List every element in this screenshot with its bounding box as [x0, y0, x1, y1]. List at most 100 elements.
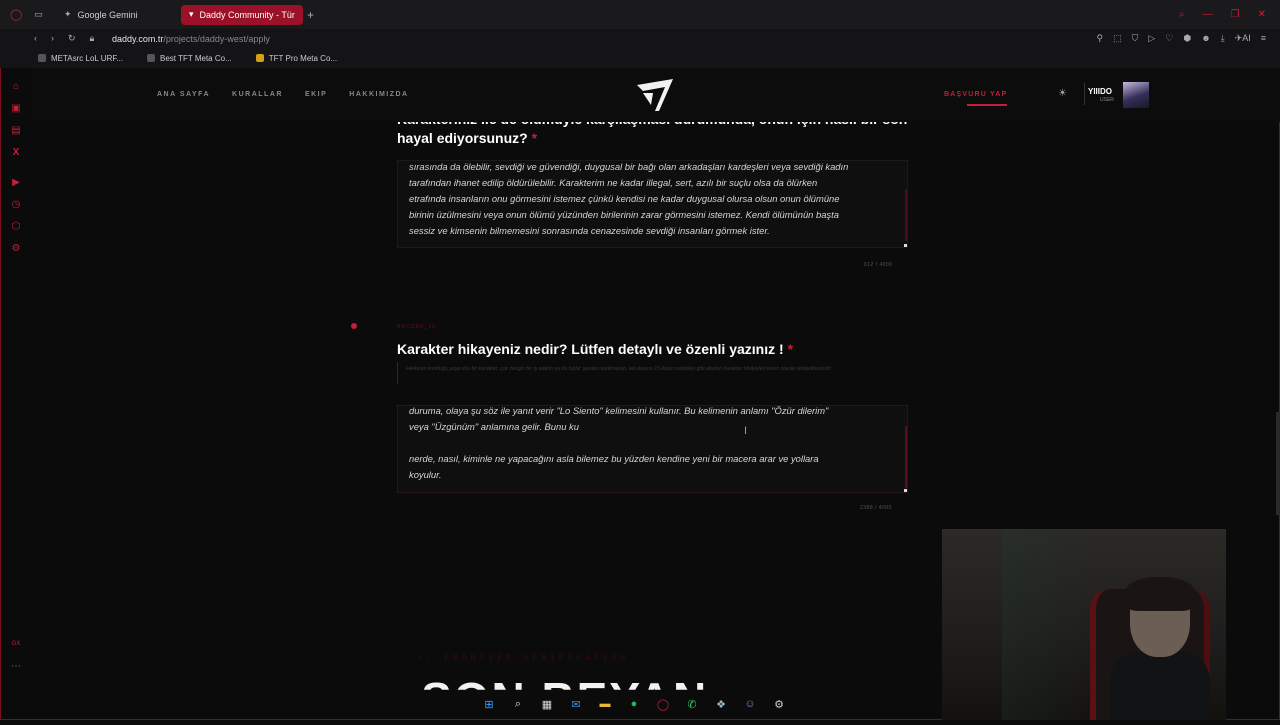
answer-line: tarafından ihanet edilip öldürülebilir. … [409, 175, 896, 191]
bookmark-icon [256, 54, 264, 62]
question-2-answer[interactable]: duruma, olaya şu söz ile yanıt verir "Lo… [397, 405, 908, 493]
bag-icon[interactable]: ⌂ [10, 80, 22, 92]
tab-label: Google Gemini [78, 10, 138, 20]
aria-ai-icon[interactable]: ✈AI [1235, 33, 1251, 44]
new-tab-button[interactable]: + [307, 8, 314, 22]
nav-hakkimizda[interactable]: HAKKIMIZDA [349, 91, 408, 98]
nav-kurallar[interactable]: KURALLAR [232, 91, 283, 98]
lock-icon: 🔒︎ [90, 33, 95, 44]
close-button[interactable]: ✕ [1258, 9, 1266, 20]
reload-button[interactable]: ↻ [68, 33, 76, 44]
x-icon[interactable]: X [10, 146, 22, 158]
site-nav: ANA SAYFA KURALLAR EKIP HAKKIMIZDA [157, 91, 409, 98]
bookmarks-bar: METAsrc LoL URF... Best TFT Meta Co... T… [0, 48, 1280, 68]
menu-icon[interactable]: ≡ [1261, 33, 1266, 44]
active-dot [351, 323, 357, 329]
scroll-indicator [905, 189, 907, 241]
browser-sidebar: ◯ ↻ ⌂ ▣ ▤ X ▶ ◷ ⬡ ⚙ GX ⋯ [0, 0, 32, 720]
site-logo[interactable] [635, 75, 675, 115]
steam-icon[interactable]: ⚙ [770, 695, 788, 713]
windows-start-icon[interactable]: ⊞ [480, 695, 498, 713]
user-name: YIIIDO [1088, 87, 1112, 96]
discord-icon[interactable]: ☺ [741, 695, 759, 713]
heart-icon[interactable]: ♡ [1165, 33, 1173, 44]
webcam-person-body [1110, 651, 1210, 720]
search-icon[interactable]: ⌕ [509, 695, 527, 713]
answer-line: duruma, olaya şu söz ile yanıt verir "Lo… [409, 405, 896, 419]
webcam-light [1002, 529, 1092, 720]
back-button[interactable]: ‹ [34, 33, 37, 44]
tab-label: Daddy Community - Türkiy [200, 10, 295, 20]
snapshot-icon[interactable]: ⬚ [1113, 33, 1122, 44]
text-cursor-icon: I [744, 425, 747, 437]
answer-line: birinin üzülmesini veya onun ölümü yüzün… [409, 207, 896, 223]
answer-line [409, 435, 896, 451]
answer-line: veya "Üzgünüm" anlamına gelir. Bunu ku [409, 419, 896, 435]
bookmark-metasrc[interactable]: METAsrc LoL URF... [38, 54, 123, 63]
settings-icon[interactable]: ⚙ [10, 242, 22, 254]
answer-line: etrafında insanların onu görmesini istem… [409, 191, 896, 207]
answer-line: nerde, nasıl, kiminle ne yapacağını asla… [409, 451, 896, 467]
char-counter: 2388 / 4000 [860, 505, 892, 511]
tab-bar: ◯ ▭ ✦ Google Gemini ▾ Daddy Community - … [0, 0, 1280, 29]
mail-app-icon[interactable]: ✉ [567, 695, 585, 713]
question-2-title: Karakter hikayeniz nedir? Lütfen detaylı… [397, 341, 793, 357]
question-1-answer[interactable]: sırasında da ölebilir, sevdiği ve güvend… [397, 160, 908, 248]
nav-ekip[interactable]: EKIP [305, 91, 327, 98]
file-explorer-icon[interactable]: ▬ [596, 695, 614, 713]
account-icon[interactable]: ☻ [1201, 33, 1210, 44]
apply-link[interactable]: BAŞVURU YAP [944, 91, 1007, 98]
tab-daddy-community[interactable]: ▾ Daddy Community - Türkiy [181, 5, 303, 25]
whatsapp-icon[interactable]: ✆ [683, 695, 701, 713]
messenger-icon[interactable]: ▣ [10, 102, 22, 114]
address-bar: ‹ › ↻ 🔒︎ daddy.com.tr/projects/daddy-wes… [0, 29, 1280, 48]
tab-manager-icon[interactable]: ▭ [34, 9, 43, 20]
play-icon[interactable]: ▷ [1148, 33, 1155, 44]
answer-line: sırasında da ölebilir, sevdiği ve güvend… [409, 160, 896, 175]
cube-icon[interactable]: ⬢ [1183, 33, 1191, 44]
resize-handle[interactable] [904, 489, 907, 492]
more-icon[interactable]: ⋯ [10, 660, 22, 672]
site-header: ANA SAYFA KURALLAR EKIP HAKKIMIZDA BAŞVU… [32, 68, 1280, 122]
url-field[interactable]: daddy.com.tr/projects/daddy-west/apply [112, 34, 270, 44]
avatar[interactable] [1123, 82, 1149, 108]
webcam-overlay [942, 529, 1226, 720]
nav-ana-sayfa[interactable]: ANA SAYFA [157, 91, 210, 98]
maximize-button[interactable]: ❐ [1231, 9, 1240, 20]
answer-line: sessiz ve kimsenin bilmemesini sonrasınd… [409, 223, 896, 239]
scroll-indicator [905, 426, 907, 488]
gemini-icon: ✦ [64, 9, 72, 20]
site-favicon-icon: ▾ [189, 9, 194, 20]
search-icon[interactable]: ⌕ [1179, 9, 1185, 20]
bookmark-best-tft[interactable]: Best TFT Meta Co... [147, 54, 232, 63]
char-counter: 612 / 4000 [864, 262, 893, 268]
page-scrollbar[interactable] [1276, 412, 1280, 515]
opera-gx-icon[interactable]: ◯ [654, 695, 672, 713]
taskbar: ⊞ ⌕ ▦ ✉ ▬ ● ◯ ✆ ❖ ☺ ⚙ [480, 694, 800, 714]
minimize-button[interactable]: — [1203, 9, 1213, 20]
question-2-hint: Herkesin korktuğu yaşa dışı bir karakter… [406, 364, 936, 374]
mail-icon[interactable]: ▤ [10, 124, 22, 136]
bookmark-tft-pro[interactable]: TFT Pro Meta Co... [256, 54, 337, 63]
shield-icon[interactable]: ⛉ [1132, 33, 1139, 44]
pin-icon[interactable]: ⚲ [1096, 33, 1103, 44]
player-icon[interactable]: ▶ [10, 176, 22, 188]
spotify-icon[interactable]: ● [625, 695, 643, 713]
opera-icon[interactable]: ◯ [10, 8, 22, 21]
widgets-icon[interactable]: ▦ [538, 695, 556, 713]
webcam-person-hair [1125, 577, 1195, 611]
bookmark-icon [147, 54, 155, 62]
history-icon[interactable]: ◷ [10, 198, 22, 210]
network-app-icon[interactable]: ❖ [712, 695, 730, 713]
header-divider [1084, 83, 1085, 105]
extension-icon[interactable]: ⬡ [10, 220, 22, 232]
answer-line: koyulur. [409, 467, 896, 483]
theme-toggle-icon[interactable]: ☀ [1058, 88, 1067, 99]
resize-handle[interactable] [904, 244, 907, 247]
tab-google-gemini[interactable]: ✦ Google Gemini [56, 5, 181, 25]
record-label: RECORD_10 [397, 324, 436, 330]
gx-icon[interactable]: GX [10, 638, 22, 650]
forward-button[interactable]: › [51, 33, 54, 44]
section-label: // FRONTIER_VERIFICATION [418, 654, 629, 663]
download-icon[interactable]: ⤓ [1221, 33, 1225, 44]
